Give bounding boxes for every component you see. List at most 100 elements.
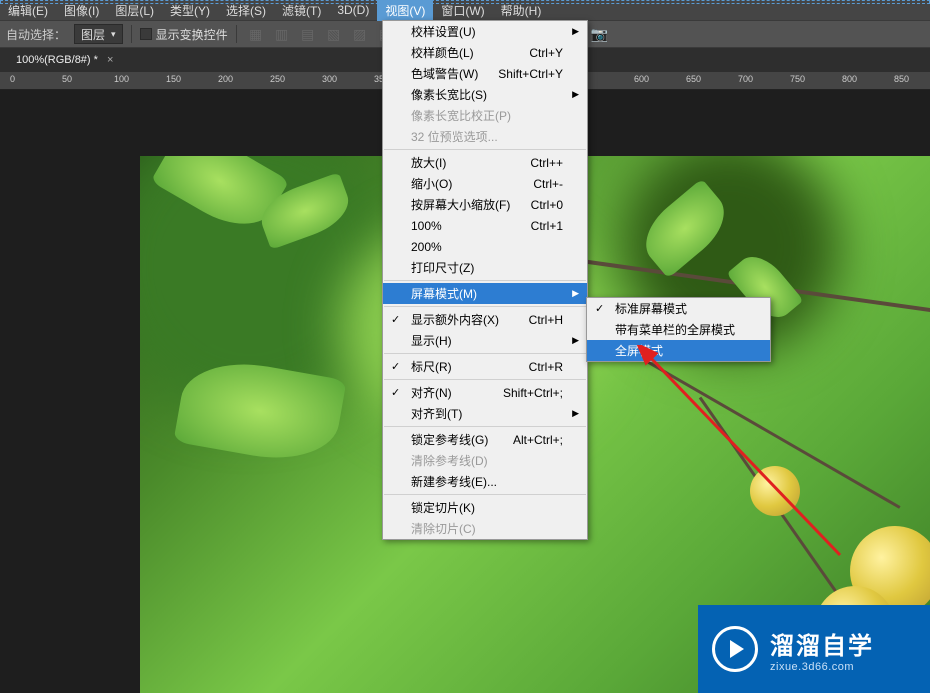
menu-item-label: 100% [411, 219, 442, 233]
menu-item[interactable]: 200% [383, 236, 587, 257]
menu-separator [384, 280, 586, 281]
align-icon[interactable]: ▦ [245, 23, 267, 45]
ruler-tick: 200 [218, 74, 233, 84]
menu-item[interactable]: 校样设置(U) ▶ [383, 21, 587, 42]
align-icon[interactable]: ▧ [323, 23, 345, 45]
show-transform-checkbox[interactable]: 显示变换控件 [140, 26, 228, 43]
menu-shortcut: Alt+Ctrl+; [513, 433, 563, 447]
align-icon[interactable]: ▥ [271, 23, 293, 45]
menu-item[interactable]: 像素长宽比(S) ▶ [383, 84, 587, 105]
toolbar-divider [131, 25, 132, 43]
menu-shortcut: Shift+Ctrl+Y [498, 67, 563, 81]
menu-item[interactable]: 对齐到(T) ▶ [383, 403, 587, 424]
menu-item[interactable]: 新建参考线(E)... [383, 471, 587, 492]
menu-item[interactable]: 放大(I)Ctrl++ [383, 152, 587, 173]
menu-item: 清除切片(C) [383, 518, 587, 539]
menu-item[interactable]: 100% Ctrl+1 [383, 215, 587, 236]
menu-item[interactable]: 缩小(O) Ctrl+- [383, 173, 587, 194]
menu-item[interactable]: 校样颜色(L) Ctrl+Y [383, 42, 587, 63]
annotation-arrow [630, 345, 870, 575]
menu-shortcut: Ctrl+Y [529, 46, 563, 60]
menu-item-label: 对齐(N) [411, 384, 452, 401]
menu-separator [384, 379, 586, 380]
menu-shortcut: Shift+Ctrl+; [503, 386, 563, 400]
menu-separator [384, 494, 586, 495]
ruler-tick: 750 [790, 74, 805, 84]
document-tab[interactable]: 100%(RGB/8#) * × [6, 50, 123, 70]
menu-item-label: 清除参考线(D) [411, 452, 488, 469]
menu-item[interactable]: 锁定切片(K) [383, 497, 587, 518]
menu-item-label: 屏幕模式(M) [411, 285, 477, 302]
menu-item[interactable]: ✓ 显示额外内容(X) Ctrl+H [383, 309, 587, 330]
submenu-item[interactable]: 带有菜单栏的全屏模式 [587, 319, 770, 340]
align-icon[interactable]: ▨ [349, 23, 371, 45]
menu-separator [384, 149, 586, 150]
menu-separator [384, 426, 586, 427]
menu-item-label: 打印尺寸(Z) [411, 259, 474, 276]
menu-item[interactable]: 屏幕模式(M) ▶ [383, 283, 587, 304]
menu-item[interactable]: 锁定参考线(G) Alt+Ctrl+; [383, 429, 587, 450]
watermark-url: zixue.3d66.com [770, 661, 874, 673]
menu-item-label: 锁定参考线(G) [411, 431, 488, 448]
watermark-badge: 溜溜自学 zixue.3d66.com [698, 605, 930, 693]
ruler-tick: 150 [166, 74, 181, 84]
menu-item[interactable]: ✓ 标尺(R) Ctrl+R [383, 356, 587, 377]
menu-item[interactable]: 按屏幕大小缩放(F) Ctrl+0 [383, 194, 587, 215]
menu-item-label: 按屏幕大小缩放(F) [411, 196, 510, 213]
check-icon: ✓ [391, 313, 400, 326]
menu-item-label: 像素长宽比校正(P) [411, 107, 511, 124]
menu-item-label: 清除切片(C) [411, 520, 476, 537]
window-selection-border [0, 0, 930, 4]
menu-item-label: 校样设置(U) [411, 23, 476, 40]
ruler-tick: 600 [634, 74, 649, 84]
submenu-arrow-icon: ▶ [572, 89, 579, 100]
toolbar-divider [236, 25, 237, 43]
submenu-arrow-icon: ▶ [572, 288, 579, 299]
align-icon[interactable]: ▤ [297, 23, 319, 45]
camera-icon[interactable]: 📷 [589, 23, 611, 45]
menu-shortcut: Ctrl+- [533, 177, 563, 191]
layer-group-select[interactable]: 图层 ▾ [74, 24, 123, 44]
submenu-item[interactable]: ✓标准屏幕模式 [587, 298, 770, 319]
menu-shortcut: Ctrl+1 [531, 219, 563, 233]
chevron-down-icon: ▾ [111, 29, 116, 40]
menu-shortcut: Ctrl+H [529, 313, 563, 327]
menu-separator [384, 306, 586, 307]
auto-select-label: 自动选择： [6, 26, 66, 43]
menu-item[interactable]: 打印尺寸(Z) [383, 257, 587, 278]
menu-item-label: 像素长宽比(S) [411, 86, 487, 103]
menu-item-label: 锁定切片(K) [411, 499, 475, 516]
ruler-tick: 0 [10, 74, 15, 84]
submenu-arrow-icon: ▶ [572, 335, 579, 346]
menu-item[interactable]: 色域警告(W) Shift+Ctrl+Y [383, 63, 587, 84]
menu-item-label: 色域警告(W) [411, 65, 478, 82]
menu-item[interactable]: ✓对齐(N)Shift+Ctrl+; [383, 382, 587, 403]
ruler-tick: 650 [686, 74, 701, 84]
menu-item: 清除参考线(D) [383, 450, 587, 471]
submenu-arrow-icon: ▶ [572, 26, 579, 37]
layer-select-value: 图层 [81, 26, 105, 43]
menu-item-label: 放大(I) [411, 154, 446, 171]
checkbox-icon [140, 28, 152, 40]
menu-item-label: 显示(H) [411, 332, 452, 349]
menu-item-label: 缩小(O) [411, 175, 452, 192]
show-transform-label: 显示变换控件 [156, 26, 228, 43]
menu-shortcut: Ctrl+0 [531, 198, 563, 212]
menu-item-label: 标尺(R) [411, 358, 452, 375]
menu-item-label: 32 位预览选项... [411, 128, 498, 145]
submenu-arrow-icon: ▶ [572, 408, 579, 419]
align-icons: ▦ ▥ ▤ ▧ ▨ ▩ [245, 23, 397, 45]
menu-item: 32 位预览选项... [383, 126, 587, 147]
menu-item-label: 显示额外内容(X) [411, 311, 499, 328]
ruler-tick: 800 [842, 74, 857, 84]
menu-shortcut: Ctrl+R [529, 360, 563, 374]
menu-item-label: 校样颜色(L) [411, 44, 474, 61]
play-icon [712, 626, 758, 672]
close-icon[interactable]: × [107, 54, 113, 66]
menu-item-label: 对齐到(T) [411, 405, 462, 422]
ruler-tick: 100 [114, 74, 129, 84]
menu-item: 像素长宽比校正(P) [383, 105, 587, 126]
menu-item[interactable]: 显示(H) ▶ [383, 330, 587, 351]
check-icon: ✓ [391, 360, 400, 373]
view-dropdown-menu: 校样设置(U) ▶ 校样颜色(L) Ctrl+Y 色域警告(W) Shift+Ctrl+Y… [382, 20, 588, 540]
